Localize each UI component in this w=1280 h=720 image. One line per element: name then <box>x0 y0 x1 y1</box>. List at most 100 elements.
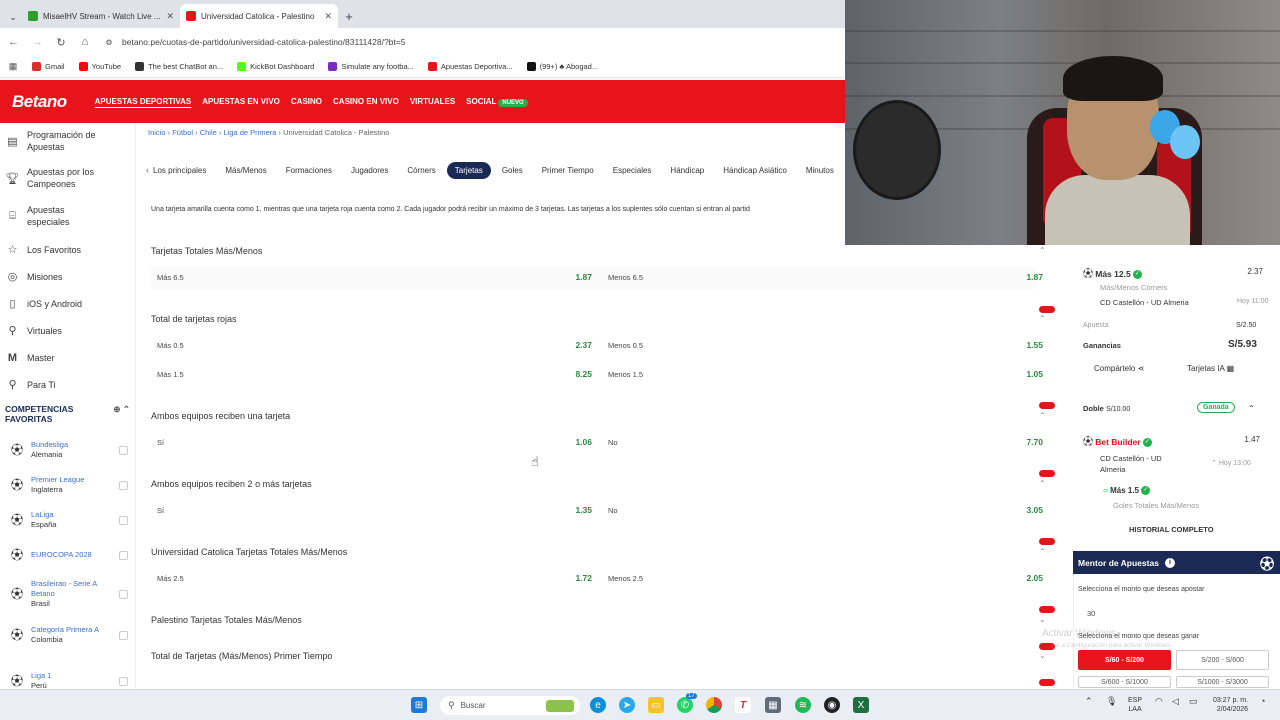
close-tab-icon[interactable]: ✕ <box>166 11 174 22</box>
telegram-icon[interactable]: ➤ <box>619 697 635 713</box>
history-link[interactable]: HISTORIAL COMPLETO <box>1129 525 1214 534</box>
nav-casino-en-vivo[interactable]: CASINO EN VIVO <box>333 97 399 106</box>
competition-item[interactable]: ⚽︎ Brasileirao - Serie A Betano Brasil <box>10 579 128 609</box>
chevron-up-icon[interactable]: ⌃ <box>1248 404 1255 413</box>
sidebar-item-master[interactable]: M Master <box>0 351 130 364</box>
nav-casino[interactable]: CASINO <box>291 97 322 106</box>
typora-icon[interactable]: T <box>735 697 751 713</box>
apps-icon[interactable]: ▦ <box>8 61 18 72</box>
tab-jugadores[interactable]: Jugadores <box>343 162 396 179</box>
volume-icon[interactable]: ◁ <box>1172 696 1179 707</box>
sidebar-item-especiales[interactable]: ⌸ Apuestas especiales <box>0 204 130 228</box>
nav-virtuales[interactable]: VIRTUALES <box>410 97 455 106</box>
odds-button[interactable]: 7.70 <box>1009 437 1043 447</box>
mentor-amount-input[interactable]: 30 <box>1087 609 1095 618</box>
odds-button[interactable]: 1.05 <box>1009 369 1043 379</box>
tray-chevron-icon[interactable]: ⌃ <box>1085 696 1093 707</box>
browser-tab-betano[interactable]: Universidad Catolica - Palestino ✕ <box>180 4 338 28</box>
sidebar-item-misiones[interactable]: ◎ Misiones <box>0 270 130 283</box>
market-title[interactable]: Tarjetas Totales Más/Menos <box>151 246 262 256</box>
odds-button[interactable]: 3.05 <box>1009 505 1043 515</box>
favorite-checkbox[interactable] <box>119 630 128 640</box>
market-title[interactable]: Total de tarjetas rojas <box>151 314 237 324</box>
file-explorer-icon[interactable]: ▭ <box>648 697 664 713</box>
nav-apuestas-en-vivo[interactable]: APUESTAS EN VIVO <box>202 97 280 106</box>
tab-mas-menos[interactable]: Más/Menos <box>217 162 274 179</box>
favorite-checkbox[interactable] <box>119 480 128 490</box>
market-title[interactable]: Ambos equipos reciben una tarjeta <box>151 411 290 421</box>
chevron-up-icon[interactable]: ⌃ <box>1211 460 1217 467</box>
clock[interactable]: 03:27 p. m. 2/04/2026 <box>1213 696 1248 714</box>
competition-item[interactable]: ⚽︎ Liga 1 Perú <box>10 671 128 691</box>
tab-handicap[interactable]: Hándicap <box>662 162 712 179</box>
sidebar-item-virtuales[interactable]: ⚲ Virtuales <box>0 324 130 337</box>
market-title[interactable]: Palestino Tarjetas Totales Más/Menos <box>151 615 302 625</box>
info-icon[interactable]: i <box>1164 557 1175 568</box>
microphone-icon[interactable]: 🎙︎ <box>1106 696 1117 707</box>
odds-button[interactable]: 2.37 <box>558 340 592 350</box>
nav-social[interactable]: SOCIAL NUEVO <box>466 97 528 107</box>
chevron-down-icon[interactable]: ⌄ <box>1039 615 1046 624</box>
home-icon[interactable]: ⌂ <box>80 36 90 48</box>
breadcrumb-inicio[interactable]: Inicio <box>148 128 166 137</box>
add-icon[interactable]: ⊕ <box>113 404 120 414</box>
tab-formaciones[interactable]: Formaciones <box>278 162 340 179</box>
bookmark-chatbot[interactable]: The best ChatBot an... <box>135 62 223 71</box>
range-button-1000-3000[interactable]: S/1000 - S/3000 <box>1176 676 1269 688</box>
notification-icon[interactable]: ◔ <box>1260 696 1265 706</box>
chevron-up-icon[interactable]: ⌃ <box>1039 547 1046 556</box>
competition-item[interactable]: ⚽︎ Categoría Primera A Colombia <box>10 625 128 645</box>
spotify-icon[interactable]: ≋ <box>795 697 811 713</box>
competition-item[interactable]: ⚽︎ LaLiga España <box>10 510 128 530</box>
odds-button[interactable]: 1.35 <box>558 505 592 515</box>
share-button[interactable]: Compártelo ⋖ <box>1094 364 1144 373</box>
competition-item[interactable]: ⚽︎ Bundesliga Alemania <box>10 440 128 460</box>
favorite-checkbox[interactable] <box>119 445 128 455</box>
odds-button[interactable]: 1.87 <box>558 272 592 282</box>
bookmark-kickbot[interactable]: KickBot Dashboard <box>237 62 314 71</box>
calculator-icon[interactable]: ▦ <box>765 697 781 713</box>
tab-especiales[interactable]: Especiales <box>605 162 660 179</box>
nav-apuestas-deportivas[interactable]: APUESTAS DEPORTIVAS <box>95 97 192 106</box>
obs-icon[interactable]: ◉ <box>824 697 840 713</box>
bookmark-tiktok[interactable]: (99+) ♣ Abogad... <box>526 62 598 71</box>
edge-icon[interactable]: e <box>590 697 606 713</box>
chevron-up-icon[interactable]: ⌃ <box>1039 479 1046 488</box>
browser-tab-stream[interactable]: MisaelHV Stream - Watch Live ... ✕ <box>22 4 180 28</box>
tab-minutos[interactable]: Minutos <box>798 162 842 179</box>
sidebar-item-campeones[interactable]: 🏆︎ Apuestas por los Campeones <box>0 166 130 190</box>
chevron-up-icon[interactable]: ⌃ <box>1039 314 1046 323</box>
tab-corners[interactable]: Córners <box>399 162 443 179</box>
favorite-checkbox[interactable] <box>119 589 128 599</box>
sidebar-item-ios-android[interactable]: ▯ iOS y Android <box>0 297 130 310</box>
battery-icon[interactable]: ▭ <box>1189 696 1198 707</box>
range-button-60-200[interactable]: S/60 - S/200 <box>1078 650 1171 670</box>
betano-logo[interactable]: Betano <box>12 92 67 112</box>
tab-handicap-asiatico[interactable]: Hándicap Asiático <box>715 162 795 179</box>
site-info-icon[interactable]: ⚙ <box>104 38 114 47</box>
sidebar-item-para-ti[interactable]: ⚲ Para Ti <box>0 378 130 391</box>
odds-button[interactable]: 8.25 <box>558 369 592 379</box>
bookmark-gmail[interactable]: Gmail <box>32 62 65 71</box>
whatsapp-icon[interactable]: ✆ <box>677 697 693 713</box>
url-field[interactable]: betano.pe/cuotas-de-partido/universidad-… <box>122 37 405 47</box>
chevron-up-icon[interactable]: ⌃ <box>123 404 130 414</box>
odds-button[interactable]: 1.55 <box>1009 340 1043 350</box>
language-indicator[interactable]: ESP LAA <box>1128 696 1142 714</box>
tab-goles[interactable]: Goles <box>494 162 531 179</box>
competition-item[interactable]: ⚽︎ Premier League Inglaterra <box>10 475 128 495</box>
chevron-up-icon[interactable]: ⌃ <box>1039 246 1046 255</box>
breadcrumb-chile[interactable]: Chile <box>200 128 217 137</box>
new-tab-icon[interactable]: + <box>338 4 360 28</box>
excel-icon[interactable]: X <box>853 697 869 713</box>
close-tab-icon[interactable]: ✕ <box>324 11 332 22</box>
market-title[interactable]: Ambos equipos reciben 2 o más tarjetas <box>151 479 312 489</box>
taskbar-search[interactable]: ⚲ Buscar <box>440 696 580 715</box>
windows-start-icon[interactable]: ⊞ <box>411 697 427 713</box>
range-button-200-600[interactable]: S/200 - S/600 <box>1176 650 1269 670</box>
odds-button[interactable]: 1.06 <box>558 437 592 447</box>
back-icon[interactable]: ← <box>8 36 19 48</box>
market-title[interactable]: Universidad Catolica Tarjetas Totales Má… <box>151 547 347 557</box>
odds-button[interactable]: 1.87 <box>1009 272 1043 282</box>
chrome-icon[interactable] <box>706 697 722 713</box>
